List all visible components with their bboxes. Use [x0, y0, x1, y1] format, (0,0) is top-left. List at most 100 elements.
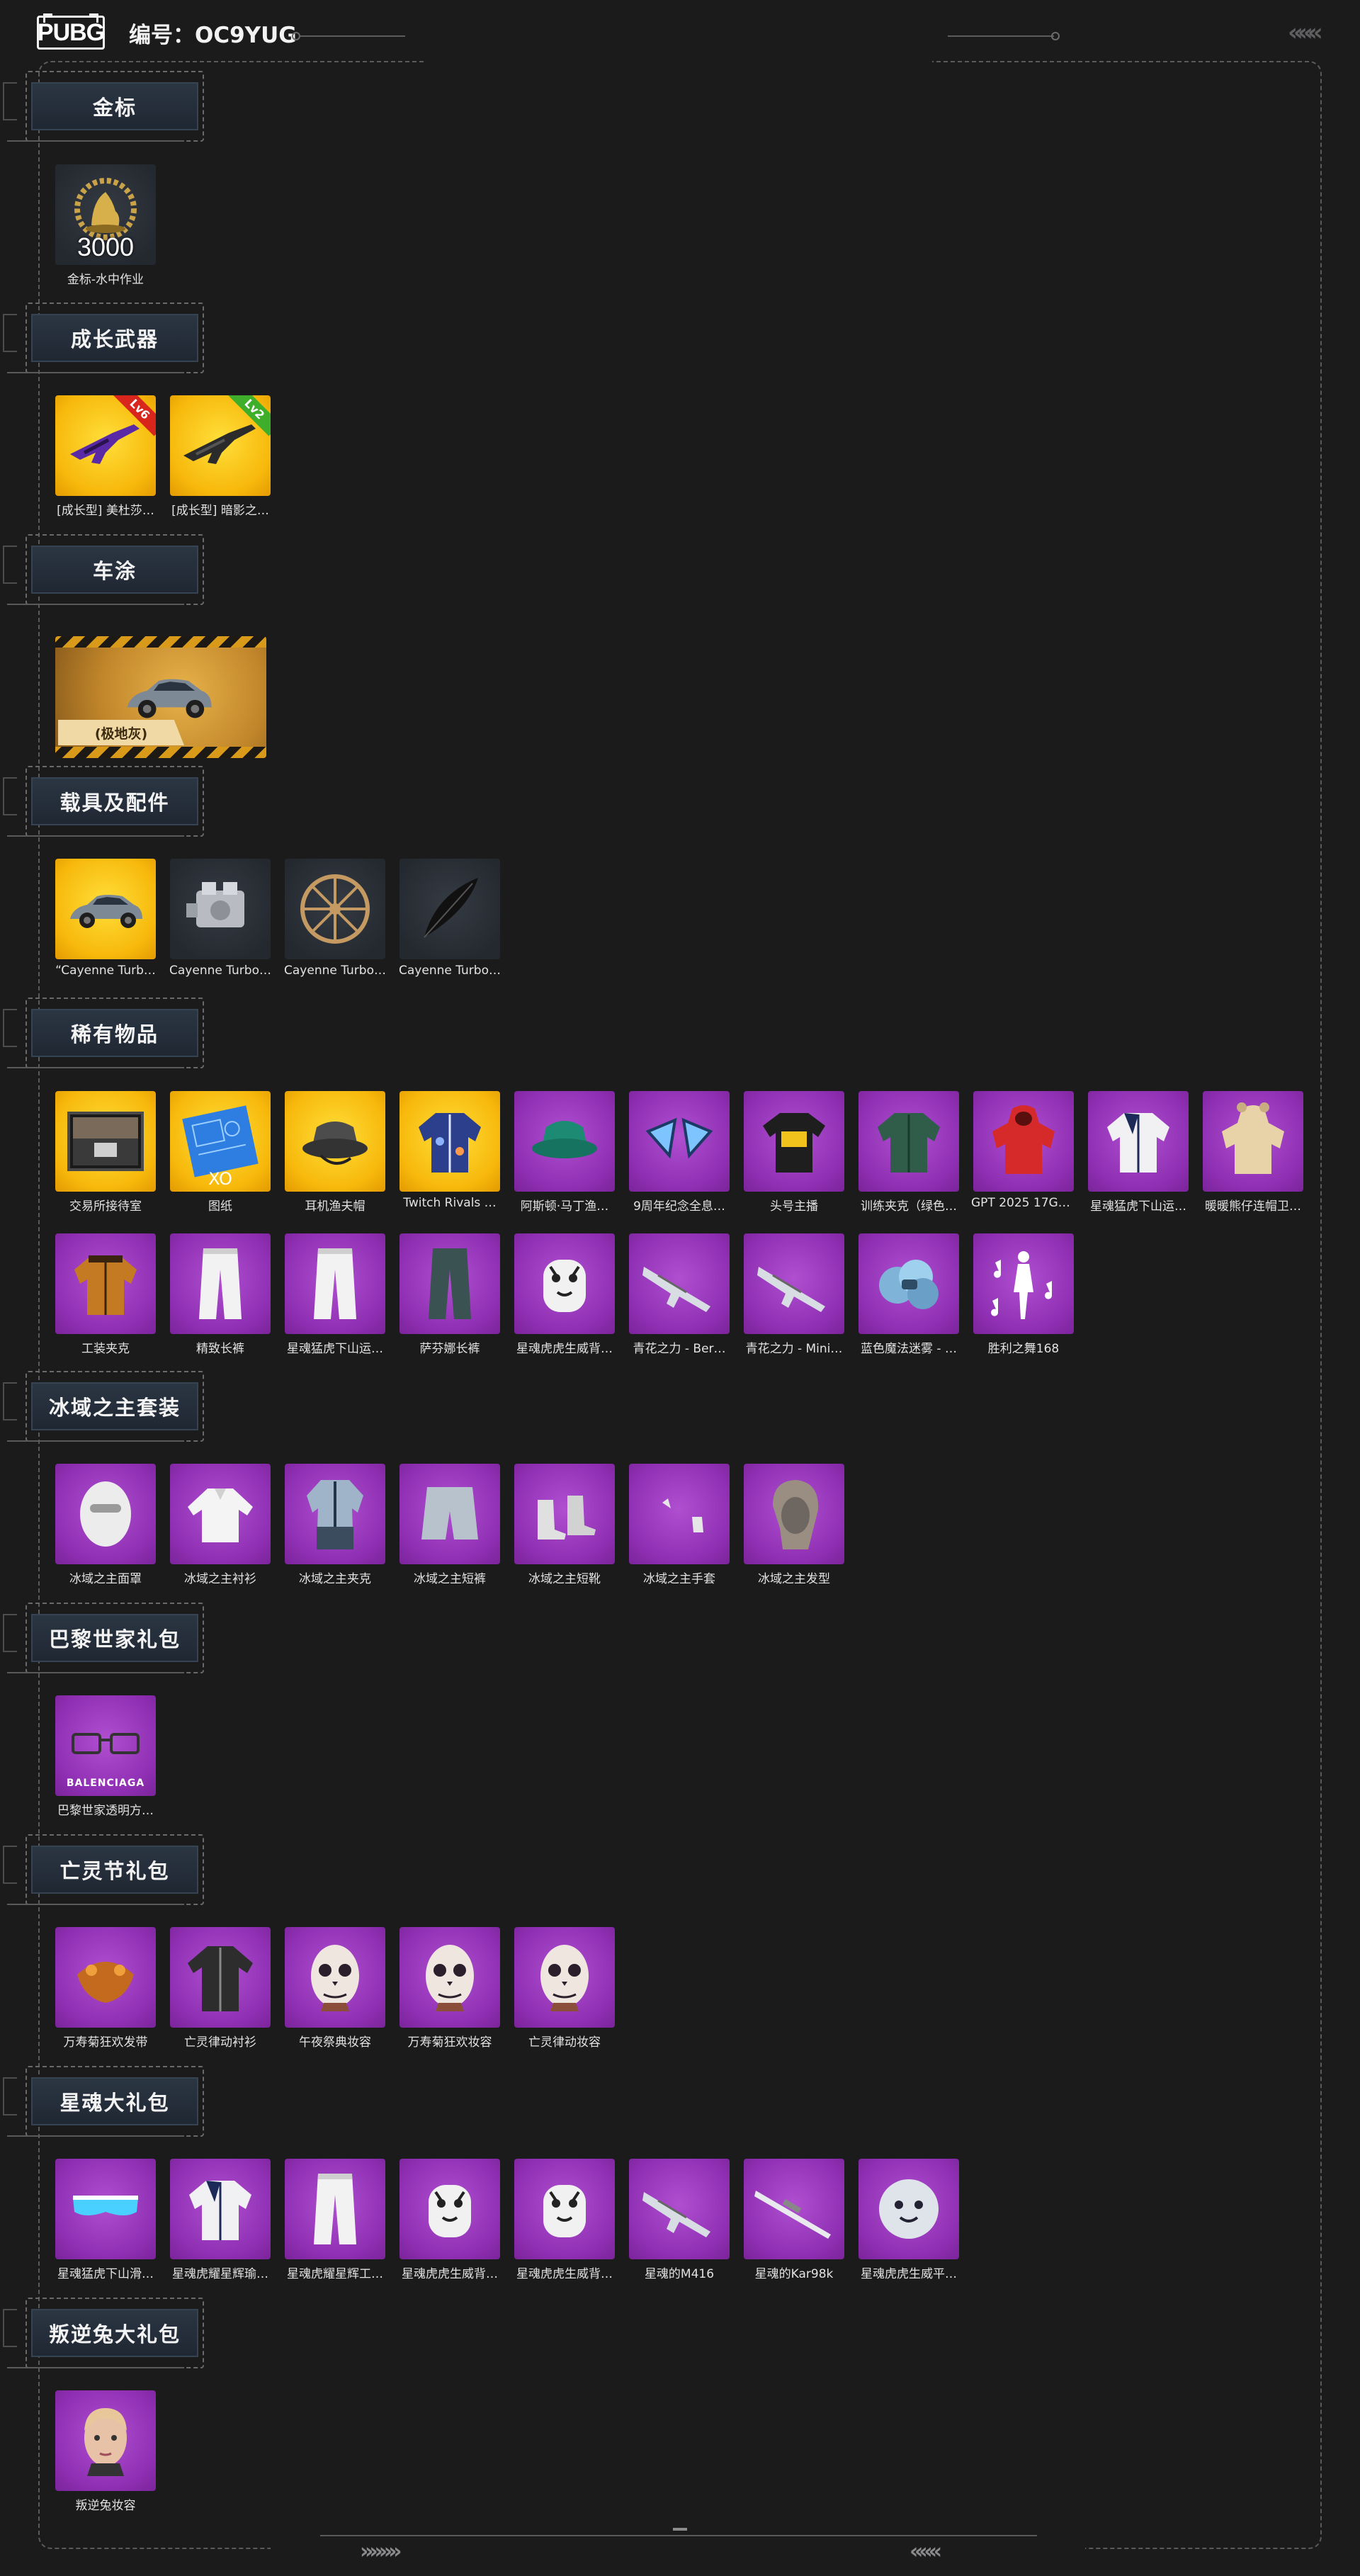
item-thumbnail[interactable]	[400, 2159, 500, 2259]
inventory-item[interactable]: 9周年纪念全息…	[629, 1091, 730, 1214]
inventory-item[interactable]: 万寿菊狂欢妆容	[400, 1927, 500, 2050]
inventory-item[interactable]: 冰域之主面罩	[55, 1464, 156, 1586]
item-thumbnail[interactable]	[55, 1233, 156, 1334]
item-thumbnail[interactable]	[744, 1233, 844, 1334]
inventory-item[interactable]: 午夜祭典妆容	[285, 1927, 385, 2050]
inventory-item[interactable]: Twitch Rivals …	[400, 1091, 500, 1214]
item-thumbnail[interactable]	[285, 1464, 385, 1564]
item-thumbnail[interactable]	[285, 2159, 385, 2259]
inventory-item[interactable]: 冰域之主手套	[629, 1464, 730, 1586]
item-thumbnail[interactable]	[744, 1464, 844, 1564]
inventory-item[interactable]: 冰域之主夹克	[285, 1464, 385, 1586]
inventory-item[interactable]: 冰域之主短靴	[514, 1464, 615, 1586]
item-thumbnail[interactable]	[55, 2390, 156, 2491]
inventory-item[interactable]: 万寿菊狂欢发带	[55, 1927, 156, 2050]
inventory-item[interactable]: 头号主播	[744, 1091, 844, 1214]
item-thumbnail[interactable]	[1203, 1091, 1303, 1192]
inventory-item[interactable]: 训练夹克（绿色…	[858, 1091, 959, 1214]
inventory-item[interactable]: 萨芬娜长裤	[400, 1233, 500, 1356]
inventory-item[interactable]: 精致长裤	[170, 1233, 271, 1356]
item-thumbnail[interactable]	[285, 1233, 385, 1334]
inventory-item[interactable]: 阿斯顿·马丁渔…	[514, 1091, 615, 1214]
item-thumbnail[interactable]	[514, 1927, 615, 2028]
inventory-item[interactable]: 冰域之主短裤	[400, 1464, 500, 1586]
item-thumbnail[interactable]	[1088, 1091, 1189, 1192]
item-thumbnail[interactable]	[400, 1233, 500, 1334]
inventory-item[interactable]: Cayenne Turbo…	[399, 859, 501, 978]
inventory-item[interactable]: 星魂虎虎生威平…	[858, 2159, 959, 2281]
item-thumbnail[interactable]	[744, 2159, 844, 2259]
inventory-item[interactable]: GPT 2025 17Ga…	[971, 1091, 1076, 1214]
inventory-item[interactable]: 3000 金标-水中作业	[55, 164, 156, 287]
hazard-stripe	[55, 747, 266, 758]
item-thumbnail[interactable]	[973, 1233, 1074, 1334]
inventory-item[interactable]: 蓝色魔法迷雾 - …	[858, 1233, 959, 1356]
inventory-item[interactable]: Cayenne Turbo…	[284, 859, 386, 978]
item-thumbnail[interactable]: BALENCIAGA	[55, 1695, 156, 1796]
item-thumbnail[interactable]	[285, 1091, 385, 1192]
inventory-item[interactable]: 冰域之主衬衫	[170, 1464, 271, 1586]
inventory-item[interactable]: 星魂猛虎下山滑…	[55, 2159, 156, 2281]
inventory-item[interactable]: 星魂虎耀星辉工…	[285, 2159, 385, 2281]
inventory-item[interactable]: Lv2 [成长型] 暗影之…	[170, 395, 271, 518]
item-thumbnail[interactable]	[285, 1927, 385, 2028]
inventory-item[interactable]: Cayenne Turbo…	[169, 859, 271, 978]
item-thumbnail[interactable]	[55, 859, 156, 959]
item-thumbnail[interactable]: XO	[170, 1091, 271, 1192]
item-thumbnail[interactable]	[55, 1927, 156, 2028]
item-thumbnail[interactable]	[629, 1091, 730, 1192]
inventory-item[interactable]: 星魂的Kar98k	[744, 2159, 844, 2281]
inventory-item[interactable]: XO 图纸	[170, 1091, 271, 1214]
inventory-item[interactable]: 星魂的M416	[629, 2159, 730, 2281]
item-thumbnail[interactable]	[858, 1091, 959, 1192]
item-thumbnail[interactable]	[629, 1233, 730, 1334]
item-thumbnail[interactable]	[170, 1927, 271, 2028]
item-thumbnail[interactable]	[400, 859, 500, 959]
item-thumbnail[interactable]	[744, 1091, 844, 1192]
inventory-item[interactable]: 星魂猛虎下山运…	[285, 1233, 385, 1356]
inventory-item[interactable]: 暖暖熊仔连帽卫…	[1203, 1091, 1303, 1214]
item-thumbnail[interactable]	[629, 2159, 730, 2259]
item-thumbnail[interactable]	[55, 1464, 156, 1564]
item-thumbnail[interactable]	[285, 859, 385, 959]
vehicle-skin-card[interactable]: (极地灰)	[55, 636, 266, 758]
inventory-item[interactable]: 工装夹克	[55, 1233, 156, 1356]
inventory-item[interactable]: BALENCIAGA 巴黎世家透明方…	[55, 1695, 156, 1818]
inventory-item[interactable]: Lv6 [成长型] 美杜莎…	[55, 395, 156, 518]
item-thumbnail[interactable]	[170, 1464, 271, 1564]
item-thumbnail[interactable]: Lv6	[55, 395, 156, 496]
inventory-item[interactable]: 叛逆兔妆容	[55, 2390, 156, 2513]
item-thumbnail[interactable]	[629, 1464, 730, 1564]
inventory-item[interactable]: 亡灵律动妆容	[514, 1927, 615, 2050]
inventory-item[interactable]: 交易所接待室	[55, 1091, 156, 1214]
item-thumbnail[interactable]: 3000	[55, 164, 156, 265]
item-thumbnail[interactable]: Lv2	[170, 395, 271, 496]
item-thumbnail[interactable]	[858, 2159, 959, 2259]
inventory-item[interactable]: 亡灵律动衬衫	[170, 1927, 271, 2050]
inventory-item[interactable]: 星魂虎耀星辉瑜…	[170, 2159, 271, 2281]
inventory-item[interactable]: 星魂虎虎生威背…	[400, 2159, 500, 2281]
item-thumbnail[interactable]	[514, 1464, 615, 1564]
item-thumbnail[interactable]	[170, 859, 271, 959]
item-thumbnail[interactable]	[400, 1464, 500, 1564]
inventory-item[interactable]: 冰域之主发型	[744, 1464, 844, 1586]
item-thumbnail[interactable]	[514, 1233, 615, 1334]
item-thumbnail[interactable]	[858, 1233, 959, 1334]
item-thumbnail[interactable]	[170, 2159, 271, 2259]
item-thumbnail[interactable]	[170, 1233, 271, 1334]
inventory-item[interactable]: 耳机渔夫帽	[285, 1091, 385, 1214]
item-thumbnail[interactable]	[55, 1091, 156, 1192]
inventory-item[interactable]: “Cayenne Turb…	[55, 859, 156, 978]
item-thumbnail[interactable]	[514, 1091, 615, 1192]
item-thumbnail[interactable]	[400, 1927, 500, 2028]
inventory-item[interactable]: 青花之力 - Ber…	[629, 1233, 730, 1356]
item-thumbnail[interactable]	[514, 2159, 615, 2259]
inventory-item[interactable]: 星魂猛虎下山运…	[1088, 1091, 1189, 1214]
inventory-item[interactable]: 星魂虎虎生威背…	[514, 2159, 615, 2281]
inventory-item[interactable]: 胜利之舞168	[973, 1233, 1074, 1356]
item-thumbnail[interactable]	[400, 1091, 500, 1192]
item-thumbnail[interactable]	[973, 1091, 1074, 1192]
inventory-item[interactable]: 星魂虎虎生威背…	[514, 1233, 615, 1356]
item-thumbnail[interactable]	[55, 2159, 156, 2259]
inventory-item[interactable]: 青花之力 - Mini…	[744, 1233, 844, 1356]
